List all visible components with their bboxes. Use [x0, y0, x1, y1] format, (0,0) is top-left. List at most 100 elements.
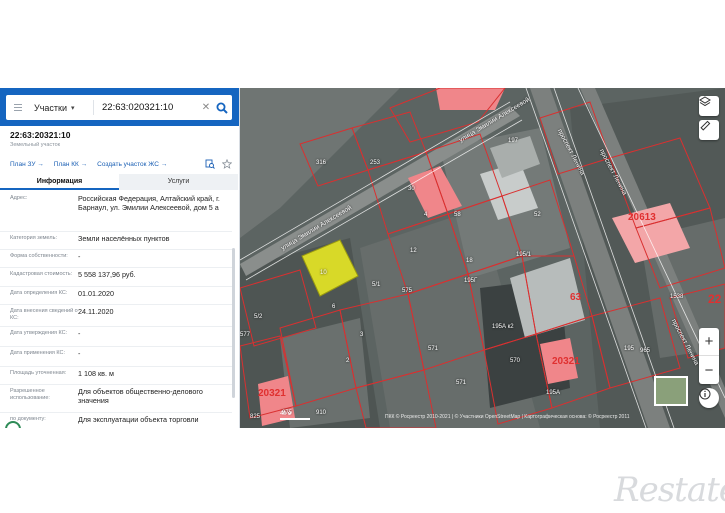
- attr-label: Площадь уточненная:: [10, 370, 67, 376]
- parcel-label: 571: [456, 380, 467, 386]
- parcel-label: 197: [508, 138, 519, 144]
- attr-value: Российская Федерация, Алтайский край, г.…: [78, 194, 220, 212]
- attr-value: 1 108 кв. м: [78, 369, 114, 378]
- attr-row-approval-date: Дата утверждения КС: -: [0, 327, 232, 347]
- info-panel: Участки ▾ 22:63:020321:10 ✕ 22:63:20321:…: [0, 88, 240, 428]
- parcel-label: 4: [424, 212, 428, 218]
- attr-row-by-document: по документу: Для эксплуатации объекта т…: [0, 413, 232, 428]
- parcel-label: 195Г: [464, 278, 478, 284]
- parcel-label: 10: [320, 270, 327, 276]
- plan-kk-link[interactable]: План КК →: [54, 161, 87, 168]
- attr-value: 24.11.2020: [78, 307, 114, 316]
- attr-label: Дата утверждения КС:: [10, 330, 68, 336]
- parcel-label: 195/1: [516, 252, 532, 258]
- scale-bar: 40 м: [280, 411, 350, 420]
- parcel-label: 12: [410, 248, 417, 254]
- parcel-label: 965: [640, 348, 651, 354]
- parcel-label: 3: [360, 332, 364, 338]
- attr-label: Дата применения КС:: [10, 350, 66, 356]
- search-doc-icon[interactable]: [205, 159, 215, 169]
- parcel-label: 5/1: [372, 282, 381, 288]
- attr-value: -: [78, 252, 81, 261]
- basemap-switcher[interactable]: [654, 376, 688, 406]
- zoom-controls: + −: [699, 328, 719, 384]
- ruler-icon: [700, 120, 711, 131]
- attr-value: Для эксплуатации объекта торговли: [78, 415, 199, 424]
- attr-label: Адрес:: [10, 195, 28, 201]
- create-zs-link[interactable]: Создать участок ЖС →: [97, 161, 167, 168]
- attr-value: -: [78, 349, 81, 358]
- tab-services[interactable]: Услуги: [119, 174, 238, 190]
- cadastral-map[interactable]: улица Эмилии Алексеевой улица Эмилии Але…: [240, 88, 725, 428]
- attr-row-category: Категория земель: Земли населённых пункт…: [0, 232, 232, 250]
- parcel-label: 316: [316, 160, 327, 166]
- layers-button[interactable]: [699, 96, 719, 116]
- tab-bar: Информация Услуги: [0, 174, 238, 190]
- attr-label: Разрешенное использование:: [10, 388, 50, 401]
- parcel-label: 253: [370, 160, 381, 166]
- attr-label: Кадастровая стоимость:: [10, 271, 73, 277]
- parcel-label: 577: [240, 332, 251, 338]
- info-button[interactable]: [699, 388, 719, 408]
- chevron-down-icon: ▾: [71, 104, 75, 112]
- quarter-label: 20321: [552, 356, 580, 367]
- parcel-label: 2: [346, 358, 350, 364]
- action-links: План ЗУ → План КК → Создать участок ЖС →: [10, 159, 232, 169]
- attr-row-valuation-date: Дата определения КС: 01.01.2020: [0, 287, 232, 305]
- parcel-label: 6: [332, 304, 336, 310]
- quarter-label: 20613: [628, 212, 656, 223]
- parcel-label: 825: [250, 414, 261, 420]
- parcel-label: 1538: [670, 294, 684, 300]
- zoom-in-button[interactable]: +: [699, 328, 719, 356]
- menu-icon[interactable]: [6, 104, 26, 111]
- attribute-list: Адрес: Российская Федерация, Алтайский к…: [0, 192, 232, 428]
- watermark-logo: Restate: [614, 470, 725, 510]
- search-type-select[interactable]: Участки ▾: [26, 100, 94, 115]
- attr-label: Дата определения КС:: [10, 290, 68, 296]
- zoom-out-button[interactable]: −: [699, 356, 719, 384]
- attr-label: Категория земель:: [10, 235, 58, 241]
- attr-row-application-date: Дата применения КС: -: [0, 347, 232, 367]
- parcel-label: 58: [454, 212, 461, 218]
- parcel-label: 571: [428, 346, 439, 352]
- tab-info[interactable]: Информация: [0, 174, 119, 190]
- attr-value: 5 558 137,96 руб.: [78, 270, 136, 279]
- quarter-label: 63: [570, 292, 582, 303]
- parcel-label: 5/2: [254, 314, 263, 320]
- search-type-label: Участки: [34, 102, 67, 113]
- map-canvas: [240, 88, 725, 428]
- parcel-label: 575: [402, 288, 413, 294]
- attr-row-address: Адрес: Российская Федерация, Алтайский к…: [0, 192, 232, 232]
- attr-row-cadastral-value: Кадастровая стоимость: 5 558 137,96 руб.: [0, 268, 232, 287]
- map-attribution: ПКК © Росреестр 2010-2021 | © Участники …: [385, 414, 630, 420]
- attr-row-entry-date: Дата внесения сведений о КС: 24.11.2020: [0, 305, 232, 327]
- scale-line: [280, 418, 310, 420]
- search-bar: Участки ▾ 22:63:020321:10 ✕: [0, 88, 239, 126]
- star-icon[interactable]: [222, 159, 232, 169]
- scale-label: 40 м: [280, 411, 292, 417]
- info-icon: [699, 388, 711, 400]
- attr-value: 01.01.2020: [78, 289, 114, 298]
- parcel-label: 30: [408, 186, 415, 192]
- plan-zu-link[interactable]: План ЗУ →: [10, 161, 44, 168]
- attr-row-ownership: Форма собственности: -: [0, 250, 232, 268]
- app-window: Участки ▾ 22:63:020321:10 ✕ 22:63:20321:…: [0, 88, 725, 428]
- panel-scrollbar[interactable]: [232, 248, 235, 398]
- quarter-label: 20321: [258, 388, 286, 399]
- clear-icon[interactable]: ✕: [200, 102, 212, 113]
- quarter-label: 22: [708, 292, 722, 306]
- parcel-label: 195А к2: [492, 324, 514, 330]
- attr-label: Форма собственности:: [10, 253, 68, 259]
- search-icon: [216, 102, 228, 114]
- search-input[interactable]: 22:63:020321:10: [94, 102, 200, 113]
- search-button[interactable]: [212, 98, 232, 118]
- attr-label: Дата внесения сведений о КС:: [10, 308, 78, 321]
- layers-icon: [699, 96, 711, 107]
- parcel-label: 52: [534, 212, 541, 218]
- attr-value: -: [78, 329, 81, 338]
- object-kind: Земельный участок: [10, 142, 61, 148]
- attr-value: Земли населённых пунктов: [78, 234, 170, 243]
- measure-button[interactable]: [699, 120, 719, 140]
- parcel-label: 570: [510, 358, 521, 364]
- search-box: Участки ▾ 22:63:020321:10 ✕: [6, 95, 232, 120]
